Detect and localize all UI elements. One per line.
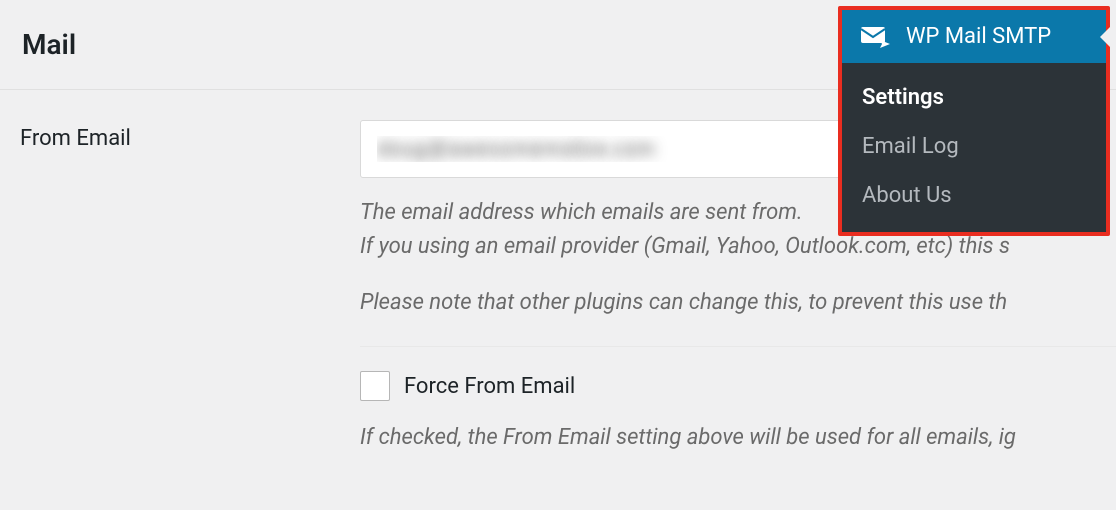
force-from-email-row: Force From Email [360,371,1116,401]
submenu-item-email-log[interactable]: Email Log [842,122,1106,171]
from-email-label: From Email [20,126,131,151]
submenu: Settings Email Log About Us [842,63,1106,232]
force-from-email-label: Force From Email [404,374,575,399]
submenu-item-settings[interactable]: Settings [842,73,1106,122]
menu-title: WP Mail SMTP [906,24,1051,49]
menu-header-wp-mail-smtp[interactable]: WP Mail SMTP [842,10,1106,63]
admin-menu-wp-mail-smtp: WP Mail SMTP Settings Email Log About Us [838,6,1110,236]
force-from-email-description: If checked, the From Email setting above… [360,421,1116,455]
submenu-item-about-us[interactable]: About Us [842,171,1106,220]
from-email-note: Please note that other plugins can chang… [360,286,1116,320]
divider [360,346,1116,347]
mail-forward-icon [860,26,890,48]
menu-caret-icon [1100,27,1110,47]
force-from-email-checkbox[interactable] [360,371,390,401]
